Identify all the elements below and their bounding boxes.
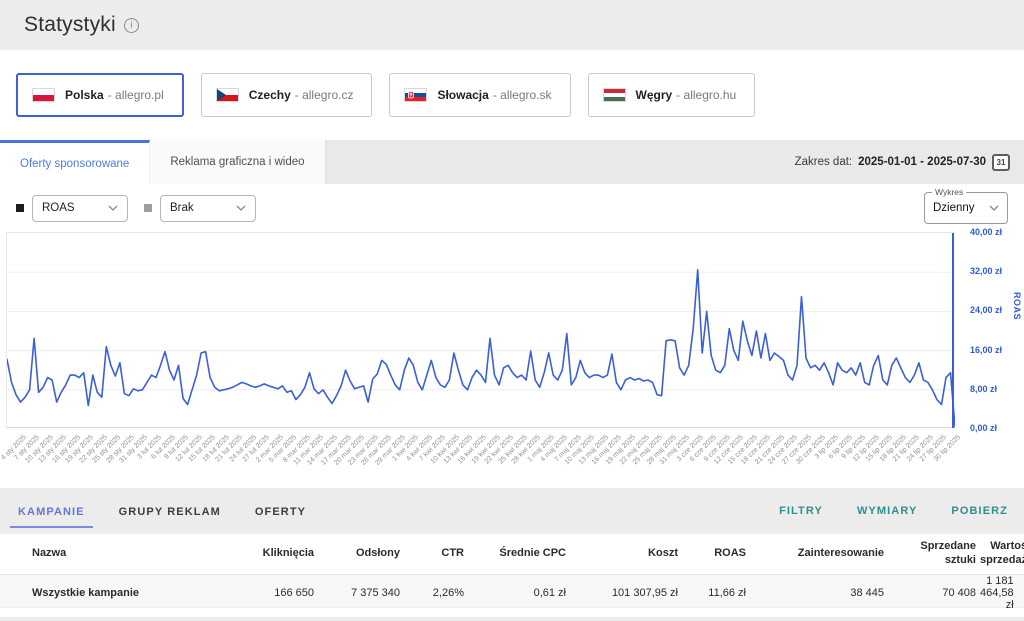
metric1-value: ROAS <box>42 202 75 214</box>
table-cell-koszt: 101 307,95 zł <box>570 587 682 599</box>
hu-flag-icon <box>603 88 626 102</box>
y-axis-tick-label: 8,00 zł <box>970 384 997 394</box>
roas-chart: 0,00 zł8,00 zł16,00 zł24,00 zł32,00 zł40… <box>6 232 1024 484</box>
table-cell-średnie-cpc: 0,61 zł <box>468 587 570 599</box>
table-cell-nazwa: Wszystkie kampanie <box>0 587 226 599</box>
column-header-odsłony[interactable]: Odsłony <box>318 547 404 561</box>
sk-flag-icon <box>404 88 427 102</box>
chart-line <box>7 233 955 429</box>
country-button-cz[interactable]: Czechy - allegro.cz <box>201 73 373 117</box>
country-name: Węgry <box>636 88 673 102</box>
date-range-value: 2025-01-01 - 2025-07-30 <box>858 156 986 168</box>
table-cell-roas: 11,66 zł <box>682 587 750 599</box>
column-header-zainteresowanie[interactable]: Zainteresowanie <box>750 547 888 561</box>
table-tab-strip: KAMPANIE GRUPY REKLAM OFERTY FILTRY WYMIARY… <box>0 488 1024 534</box>
page-header: Statystyki i <box>0 0 1024 50</box>
pl-flag-icon <box>32 88 55 102</box>
chart-type-value: Dzienny <box>933 202 975 214</box>
date-range-picker[interactable]: Zakres dat: 2025-01-01 - 2025-07-30 31 <box>795 140 1010 184</box>
y-axis-tick-label: 32,00 zł <box>970 266 1002 276</box>
action-filtry[interactable]: FILTRY <box>779 505 823 517</box>
country-domain: - allegro.cz <box>295 88 354 102</box>
column-header-wartość-sprzedaży[interactable]: Wartość sprzedaży <box>980 540 1024 568</box>
y-axis: 0,00 zł8,00 zł16,00 zł24,00 zł32,00 zł40… <box>962 232 1012 428</box>
table-cell-kliknięcia: 166 650 <box>226 587 318 599</box>
info-icon[interactable]: i <box>124 18 139 33</box>
table-cell-zainteresowanie: 38 445 <box>750 587 888 599</box>
x-axis: 4 sty 20257 sty 202510 sty 202513 sty 20… <box>6 432 954 484</box>
metric2-select[interactable]: Brak <box>160 195 256 222</box>
country-name: Polska <box>65 88 104 102</box>
country-button-sk[interactable]: Słowacja - allegro.sk <box>389 73 570 117</box>
cz-flag-icon <box>216 88 239 102</box>
table-cell-odsłony: 7 375 340 <box>318 587 404 599</box>
country-name: Słowacja <box>437 88 488 102</box>
page-footer <box>0 617 1024 621</box>
main-tab-strip: Oferty sponsorowaneReklama graficzna i w… <box>0 140 1024 184</box>
y-axis-tick-label: 24,00 zł <box>970 305 1002 315</box>
y-axis-title: ROAS <box>1012 292 1022 320</box>
table-cell-ctr: 2,26% <box>404 587 468 599</box>
chart-type-select[interactable]: Wykres Dzienny <box>924 192 1008 224</box>
country-button-hu[interactable]: Węgry- allegro.hu <box>588 73 756 117</box>
page-title: Statystyki <box>24 13 116 37</box>
country-domain: - allegro.pl <box>108 88 164 102</box>
chart-controls: ROAS Brak Wykres Dzienny <box>0 184 1024 232</box>
metric1-select[interactable]: ROAS <box>32 195 128 222</box>
chart-type-label: Wykres <box>932 187 966 197</box>
metric2-value: Brak <box>170 202 194 214</box>
action-pobierz[interactable]: POBIERZ <box>951 505 1008 517</box>
column-header-kliknięcia[interactable]: Kliknięcia <box>226 547 318 561</box>
table-tab-kampanie[interactable]: KAMPANIE <box>16 492 87 530</box>
country-domain: - allegro.sk <box>493 88 552 102</box>
tab-reklama-graficzna-i-wideo[interactable]: Reklama graficzna i wideo <box>150 140 325 184</box>
column-header-średnie-cpc[interactable]: Średnie CPC <box>468 547 570 561</box>
y-axis-tick-label: 0,00 zł <box>970 423 997 433</box>
table-actions: FILTRY WYMIARY POBIERZ <box>779 505 1008 517</box>
country-name: Czechy <box>249 88 291 102</box>
y-axis-tick-label: 40,00 zł <box>970 227 1002 237</box>
country-button-pl[interactable]: Polska - allegro.pl <box>16 73 184 117</box>
country-selector-bar: Polska - allegro.pl Czechy - allegro.cz Słow… <box>0 50 1024 140</box>
table-tab-oferty[interactable]: OFERTY <box>253 492 308 530</box>
column-header-koszt[interactable]: Koszt <box>570 547 682 561</box>
tab-oferty-sponsorowane[interactable]: Oferty sponsorowane <box>0 140 150 184</box>
column-header-ctr[interactable]: CTR <box>404 547 468 561</box>
calendar-icon[interactable]: 31 <box>992 154 1010 171</box>
table-cell-sprzedane-sztuki: 70 408 <box>888 587 980 599</box>
y-axis-line <box>952 233 954 428</box>
metric1-marker <box>16 204 24 212</box>
action-wymiary[interactable]: WYMIARY <box>857 505 917 517</box>
column-header-roas[interactable]: ROAS <box>682 547 750 561</box>
date-range-label: Zakres dat: <box>795 156 853 168</box>
y-axis-tick-label: 16,00 zł <box>970 345 1002 355</box>
chevron-down-icon <box>236 205 246 211</box>
country-domain: - allegro.hu <box>676 88 736 102</box>
chevron-down-icon <box>989 205 999 211</box>
campaigns-table: NazwaKliknięciaOdsłonyCTRŚrednie CPCKosz… <box>0 534 1024 608</box>
chevron-down-icon <box>108 205 118 211</box>
table-row: Wszystkie kampanie166 6507 375 3402,26%0… <box>0 574 1024 608</box>
roas-line-series <box>7 270 955 427</box>
chart-plot-area <box>6 232 954 428</box>
table-header-row: NazwaKliknięciaOdsłonyCTRŚrednie CPCKosz… <box>0 534 1024 574</box>
statistics-panel: ROAS Brak Wykres Dzienny 0,00 zł 8,00 zł 1… <box>0 184 1024 484</box>
table-cell-wartość-sprzedaży: 1 181 464,58 zł <box>980 575 1018 611</box>
metric2-marker <box>144 204 152 212</box>
column-header-label: Wartość sprzedaży <box>980 540 1024 568</box>
column-header-nazwa[interactable]: Nazwa <box>0 547 226 561</box>
column-header-sprzedane-sztuki[interactable]: Sprzedane sztuki <box>888 540 980 568</box>
table-tab-grupy-reklam[interactable]: GRUPY REKLAM <box>117 492 223 530</box>
